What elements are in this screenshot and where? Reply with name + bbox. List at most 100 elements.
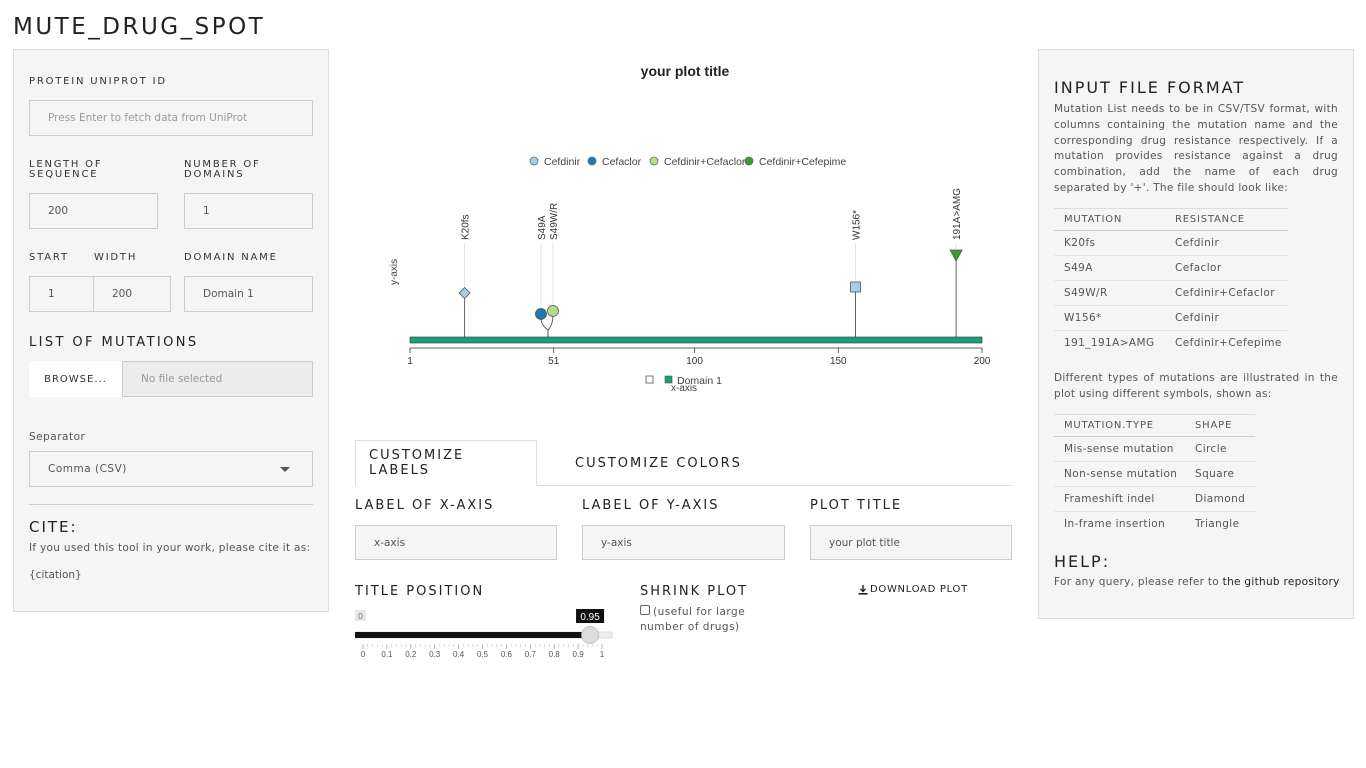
format-table-cell: Cefdinir+Cefepime (1165, 330, 1288, 356)
types-table-cell: Circle (1185, 436, 1255, 462)
slider-tick-label: 0.3 (429, 650, 441, 659)
legend-marker (529, 156, 539, 166)
mutations-heading: LIST OF MUTATIONS (29, 335, 199, 350)
types-table-row: In-frame insertion Triangle (1054, 511, 1255, 537)
format-table-row: S49A Cefaclor (1054, 255, 1288, 281)
separator-select[interactable]: Comma (CSV) (29, 451, 313, 487)
cite-heading: CITE: (29, 518, 78, 536)
separator-label: Separator (29, 431, 86, 443)
slider-tick-label: 1 (600, 650, 605, 659)
domain-name-input[interactable]: Domain 1 (184, 276, 313, 312)
types-table-cell: Triangle (1185, 511, 1255, 537)
domain-legend-marker (664, 375, 673, 384)
domains-label: NUMBER OF DOMAINS (184, 159, 261, 180)
types-table-cell: Frameshift indel (1054, 486, 1185, 512)
types-table-row: Frameshift indel Diamond (1054, 486, 1255, 512)
legend-label: Cefdinir (544, 156, 581, 168)
mutation-head-square (850, 281, 861, 293)
format-table-cell: Cefdinir (1165, 230, 1288, 256)
yaxis-label-input[interactable]: y-axis (582, 525, 785, 560)
x-tick-label: 51 (548, 356, 560, 367)
download-plot-button[interactable]: DOWNLOAD PLOT (858, 584, 968, 595)
legend-marker (744, 156, 754, 166)
slider-tick-label: 0.4 (453, 650, 465, 659)
domain-legend-empty-box (645, 375, 654, 384)
mutation-label: S49A (537, 215, 548, 240)
shrink-plot-hint: (useful for large number of drugs) (640, 606, 746, 633)
plot-svg: Cefdinir Cefaclor Cefdinir+Cefaclor Cefdini… (389, 156, 991, 394)
format-table-row: S49W/R Cefdinir+Cefaclor (1054, 280, 1288, 306)
types-table-row: Mis-sense mutation Circle (1054, 436, 1255, 462)
mutation-label: K20fs (461, 214, 472, 240)
plot-title-input[interactable]: your plot title (810, 525, 1012, 560)
legend-label: Cefaclor (602, 156, 642, 168)
start-label: START (29, 252, 69, 263)
types-table-row: Non-sense mutation Square (1054, 461, 1255, 487)
slider-min-label: 0 (358, 611, 363, 621)
length-label: LENGTH OF SEQUENCE (29, 159, 103, 180)
slider-tick-label: 0.5 (477, 650, 489, 659)
slider-tick-label: 0.7 (525, 650, 537, 659)
format-table-cell: K20fs (1054, 230, 1165, 256)
download-label: DOWNLOAD PLOT (870, 584, 968, 595)
domain-width-input[interactable]: 200 (93, 276, 171, 312)
mutation-label: 191A>AMG (952, 188, 963, 240)
domain-start-input[interactable]: 1 (29, 276, 94, 312)
uniprot-input[interactable]: Press Enter to fetch data from UniProt (29, 100, 313, 136)
format-table-cell: Cefaclor (1165, 255, 1288, 281)
shrink-plot-heading: SHRINK PLOT (640, 584, 749, 599)
types-table-cell: Square (1185, 461, 1255, 487)
format-table-row: K20fs Cefdinir (1054, 230, 1288, 256)
legend-marker (649, 156, 659, 166)
format-table-cell: S49A (1054, 255, 1165, 281)
title-position-heading: TITLE POSITION (355, 584, 485, 599)
domains-input[interactable]: 1 (184, 193, 313, 229)
file-status: No file selected (122, 361, 313, 397)
format-table-cell: W156* (1054, 305, 1165, 331)
slider-tick-label: 0.6 (501, 650, 513, 659)
github-link[interactable]: the github repository (1223, 576, 1340, 588)
legend-label: Cefdinir+Cefaclor (664, 156, 746, 168)
y-axis-label: y-axis (389, 259, 400, 285)
format-intro: Mutation List needs to be in CSV/TSV for… (1054, 103, 1338, 194)
x-tick-label: 200 (974, 356, 991, 367)
help-text: For any query, please refer to the githu… (1054, 576, 1340, 588)
xaxis-label-heading: LABEL OF X-AXIS (355, 498, 495, 513)
browse-button[interactable]: BROWSE... (29, 361, 122, 397)
download-icon (858, 584, 868, 595)
domain-name-label: DOMAIN NAME (184, 252, 278, 263)
help-heading: HELP: (1054, 552, 1111, 571)
mutation-branch (547, 314, 554, 331)
plot-title-heading: PLOT TITLE (810, 498, 903, 513)
lollipop-plot: your plot title Cefdinir Cefaclor Cefdinir… (355, 55, 1015, 400)
xaxis-label-input[interactable]: x-axis (355, 525, 557, 560)
help-sidebar: INPUT FILE FORMAT Mutation List needs to… (1038, 49, 1354, 619)
length-input[interactable]: 200 (29, 193, 158, 229)
tab-customize-colors[interactable]: CUSTOMIZE COLORS (562, 440, 755, 486)
types-text: Different types of mutations are illustr… (1054, 372, 1338, 400)
tab-bar: CUSTOMIZE LABELS CUSTOMIZE COLORS (355, 440, 1012, 486)
slider-tick-label: 0.9 (573, 650, 585, 659)
format-col-mutation: MUTATION (1054, 208, 1165, 231)
x-tick-label: 1 (407, 356, 413, 367)
title-position-slider[interactable]: 0 0.95 0 0.1 0.2 0.3 0.4 0.5 0.6 0.7 0.8 0.9 1 (354, 608, 615, 663)
slider-handle (581, 626, 599, 644)
format-table: MUTATION RESISTANCE K20fs Cefdinir S49A Cef… (1054, 208, 1288, 356)
tab-customize-labels[interactable]: CUSTOMIZE LABELS (355, 440, 537, 486)
uniprot-label: PROTEIN UNIPROT ID (29, 76, 167, 87)
types-col-type: MUTATION.TYPE (1054, 414, 1185, 437)
divider (29, 504, 313, 505)
mutation-label: S49W/R (549, 203, 560, 240)
x-tick-label: 100 (686, 356, 703, 367)
slider-tick-label: 0.8 (549, 650, 561, 659)
chevron-down-icon (280, 467, 290, 472)
format-table-cell: S49W/R (1054, 280, 1165, 306)
mutation-head-triangle (949, 249, 963, 262)
format-table-cell: Cefdinir+Cefaclor (1165, 280, 1288, 306)
legend-marker (587, 156, 597, 166)
help-text-body: For any query, please refer to (1054, 576, 1223, 588)
format-table-cell: Cefdinir (1165, 305, 1288, 331)
types-table-cell: Diamond (1185, 486, 1255, 512)
format-heading: INPUT FILE FORMAT (1054, 78, 1246, 97)
input-sidebar: PROTEIN UNIPROT ID Press Enter to fetch … (13, 49, 329, 612)
